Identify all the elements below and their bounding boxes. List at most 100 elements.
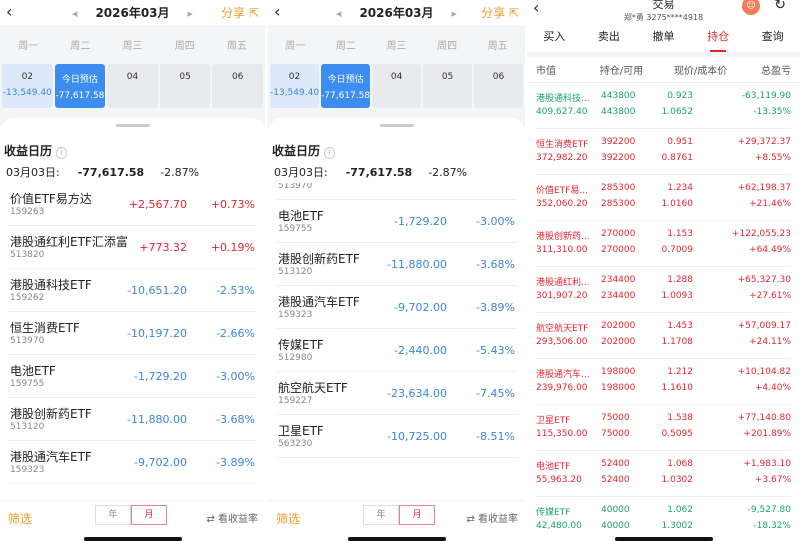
share-button[interactable]: 分享 ⇱: [481, 4, 519, 21]
next-month-icon[interactable]: ▶: [188, 10, 193, 18]
rate-label: 看收益率: [218, 514, 258, 525]
list-item[interactable]: 恒生消费ETF513970-10,197.20-2.66%: [8, 312, 257, 355]
table-row[interactable]: 港股通科技... 409,627.40 443800 443800 0.923 1.065…: [536, 83, 791, 129]
prev-month-icon[interactable]: ◀: [336, 10, 341, 18]
item-amount: +2,567.70: [128, 198, 187, 211]
day-cell[interactable]: 04: [372, 64, 422, 108]
item-amount: -2,440.00: [394, 344, 447, 357]
day-cell[interactable]: 06: [212, 64, 263, 108]
list-item[interactable]: 卫星ETF 563230 -10,725.00 -8.51%: [276, 415, 517, 458]
item-pct: -8.51%: [476, 430, 515, 443]
item-code: 513820: [10, 250, 45, 260]
table-row[interactable]: 港股通红利... 301,907.20 234400 234400 1.288 1.009…: [536, 267, 791, 313]
table-row[interactable]: 航空航天ETF 293,506.00 202000 202000 1.453 1.1708…: [536, 313, 791, 359]
item-amount: -10,725.00: [387, 430, 447, 443]
day-cell[interactable]: 05: [423, 64, 473, 108]
back-icon[interactable]: ‹: [533, 0, 539, 17]
day-label: 04: [390, 72, 403, 82]
cell-price: 1.062: [667, 505, 693, 515]
item-code: 513970: [278, 183, 313, 191]
list-item[interactable]: 传媒ETF 512980 -2,440.00 -5.43%: [276, 329, 517, 372]
info-icon[interactable]: i: [324, 147, 335, 159]
item-name: 港股通汽车ETF: [278, 295, 360, 309]
filter-button[interactable]: 筛选: [8, 510, 32, 527]
view-rate-button[interactable]: ⇄ 看收益率: [206, 510, 258, 525]
month-button[interactable]: 月: [131, 505, 167, 525]
cell-avail: 202000: [601, 337, 636, 347]
day-cell[interactable]: 今日预估 -77,617.58: [54, 64, 106, 108]
tab-1[interactable]: 卖出: [582, 26, 637, 52]
next-month-icon[interactable]: ▶: [452, 10, 457, 18]
item-code: 159755: [278, 224, 313, 234]
share-button[interactable]: 分享 ⇱: [221, 4, 259, 21]
day-cell[interactable]: 02 -13,549.40: [2, 64, 53, 108]
list-item[interactable]: 港股通汽车ETF 159323 -9,702.00 -3.89%: [8, 441, 257, 484]
view-rate-button[interactable]: ⇄ 看收益率: [466, 510, 518, 525]
day-cell[interactable]: 05: [159, 64, 211, 108]
tab-3[interactable]: 持仓: [691, 26, 746, 52]
tab-2[interactable]: 撤单: [636, 26, 691, 52]
day-cell[interactable]: 04: [107, 64, 158, 108]
cell-plp: -18.32%: [753, 521, 791, 531]
cell-pl: +122,055.23: [731, 229, 791, 239]
list-item[interactable]: 港股通科技ETF 159262 -10,651.20 -2.53%: [8, 269, 257, 312]
day-cell[interactable]: 02 -13,549.40: [270, 64, 320, 108]
list-item[interactable]: 航空航天ETF 159227 -23,634.00 -7.45%: [276, 372, 517, 415]
list-item[interactable]: 港股创新药ETF 513120 -11,880.00 -3.68%: [276, 243, 517, 286]
calendar-panel-2: ‹ ◀ 2026年03月 ▶ 分享 ⇱ 周一 周二 周三 周四 周五 02 -13,549.40 今日预…: [268, 0, 525, 541]
cell-name: 恒生消费ETF: [536, 140, 589, 150]
list-item[interactable]: 港股创新药ETF 513120 -11,880.00 -3.68%: [8, 398, 257, 441]
list-item[interactable]: 电池ETF 159755 -1,729.20 -3.00%: [8, 355, 257, 398]
list-item[interactable]: 价值ETF易方达 159263 +2,567.70 +0.73%: [8, 183, 257, 226]
day-cell[interactable]: 今日预估 -77,617.58: [321, 64, 371, 108]
weekday-label: 周三: [386, 41, 407, 52]
drag-handle[interactable]: [115, 124, 150, 127]
table-row[interactable]: 港股通汽车... 239,976.00 198000 198000 1.212 1.161…: [536, 359, 791, 405]
header-pl[interactable]: 总盈亏: [727, 62, 791, 77]
table-row[interactable]: 电池ETF 55,963.20 52400 52400 1.068 1.0302 +1,98…: [536, 451, 791, 497]
table-row[interactable]: 价值ETF易... 352,060.20 285300 285300 1.234 1.01…: [536, 175, 791, 221]
list-item[interactable]: 恒生消费ETF513970-10,197.20-2.66%: [276, 183, 517, 200]
table-row[interactable]: 卫星ETF 115,350.00 75000 75000 1.538 0.5095 +77,…: [536, 405, 791, 451]
cell-name: 港股通科技...: [536, 94, 590, 104]
calendar-header: ‹ ◀ 2026年03月 ▶ 分享 ⇱: [268, 0, 525, 25]
cell-hold: 40000: [601, 505, 630, 515]
prev-month-icon[interactable]: ◀: [72, 10, 77, 18]
tab-4[interactable]: 查询: [745, 26, 800, 52]
header-market-value[interactable]: 市值: [536, 62, 600, 77]
calendar-header: ‹ ◀ 2026年03月 ▶ 分享 ⇱: [0, 0, 265, 25]
filter-button[interactable]: 筛选: [276, 510, 300, 527]
day-row: 02 -13,549.40 今日预估 -77,617.58 04 05 06: [268, 64, 525, 108]
drag-handle[interactable]: [379, 124, 414, 127]
list-item[interactable]: 电池ETF 159755 -1,729.20 -3.00%: [276, 200, 517, 243]
item-amount: -9,702.00: [394, 301, 447, 314]
month-button[interactable]: 月: [399, 505, 435, 525]
account-label[interactable]: 郑*勇 3275****4918: [527, 12, 800, 23]
cell-mv: 409,627.40: [536, 107, 588, 117]
share-icon: ⇱: [505, 6, 519, 20]
list-item[interactable]: 港股通红利ETF汇添富 513820 +773.32 +0.19%: [8, 226, 257, 269]
day-label: 02: [288, 72, 301, 82]
cell-name: 卫星ETF: [536, 416, 571, 426]
item-pct: -7.45%: [476, 387, 515, 400]
info-icon[interactable]: i: [56, 147, 67, 159]
cell-name: 港股通汽车...: [536, 370, 590, 380]
home-indicator: [614, 537, 713, 541]
trade-panel: ‹ 交易 郑*勇 3275****4918 ☺ ↻ 买入 卖出 撤单 持仓 查询 市值 …: [527, 0, 800, 541]
year-button[interactable]: 年: [95, 505, 131, 525]
day-label: 04: [126, 72, 139, 82]
cell-price: 1.153: [667, 229, 693, 239]
day-cell[interactable]: 06: [474, 64, 523, 108]
table-row[interactable]: 港股创新药... 311,310.00 270000 270000 1.153 0.700…: [536, 221, 791, 267]
tab-0[interactable]: 买入: [527, 26, 582, 52]
item-pct: -3.68%: [476, 258, 515, 271]
table-row[interactable]: 传媒ETF 42,480.00 40000 40000 1.062 1.3002 -9,52…: [536, 497, 791, 541]
table-row[interactable]: 恒生消费ETF 372,982.20 392200 392200 0.951 0.8761…: [536, 129, 791, 175]
year-button[interactable]: 年: [363, 505, 399, 525]
cell-price: 1.068: [667, 459, 693, 469]
cell-cost: 1.0093: [661, 291, 694, 301]
refresh-icon[interactable]: ↻: [774, 0, 786, 13]
item-code: 563230: [278, 439, 313, 449]
list-item[interactable]: 港股通汽车ETF 159323 -9,702.00 -3.89%: [276, 286, 517, 329]
swap-icon: ⇄: [466, 514, 478, 525]
